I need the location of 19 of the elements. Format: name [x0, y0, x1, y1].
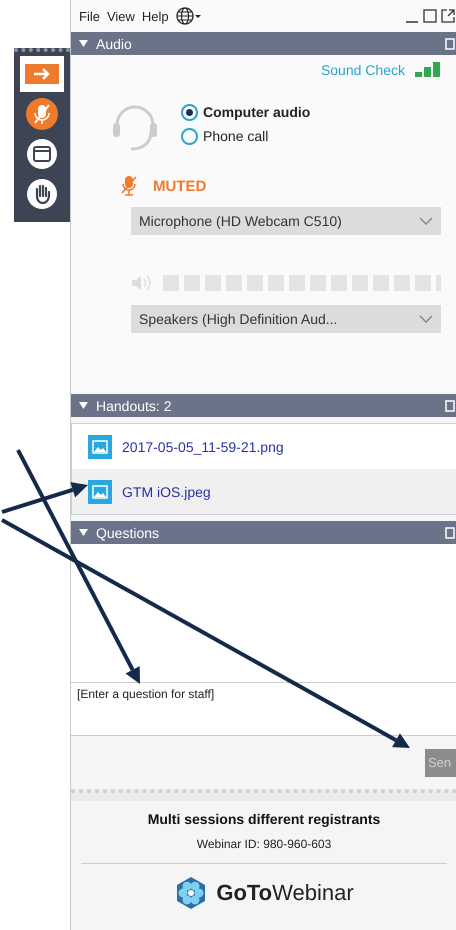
webinar-title: Multi sessions different registrants — [148, 811, 380, 827]
section-header[interactable]: Questions — [71, 521, 456, 544]
handout-item[interactable]: GTM iOS.jpeg — [72, 469, 456, 514]
radio-option[interactable]: Phone call — [181, 128, 310, 144]
menu-item[interactable]: File — [79, 8, 100, 24]
speakers-dropdown[interactable]: Speakers (High Definition Aud... — [131, 305, 441, 333]
mute-status: MUTED — [153, 178, 206, 194]
logo-text: GoToWebinar — [216, 880, 354, 906]
section-header[interactable]: Handouts: 2 — [71, 394, 456, 417]
menu-item[interactable]: Help — [142, 8, 169, 24]
microphone-dropdown[interactable]: Microphone (HD Webcam C510) — [131, 207, 441, 235]
section-title: Audio — [96, 36, 132, 52]
webinar-id: Webinar ID: 980-960-603 — [196, 837, 332, 851]
section-title: Handouts: 2 — [96, 398, 172, 414]
section-header[interactable]: Audio — [71, 32, 456, 55]
radio-option[interactable]: Computer audio — [181, 104, 310, 120]
menu-item[interactable]: View — [106, 8, 135, 24]
question-input[interactable]: [Enter a question for staff] — [71, 682, 456, 736]
section-title: Questions — [96, 524, 160, 540]
